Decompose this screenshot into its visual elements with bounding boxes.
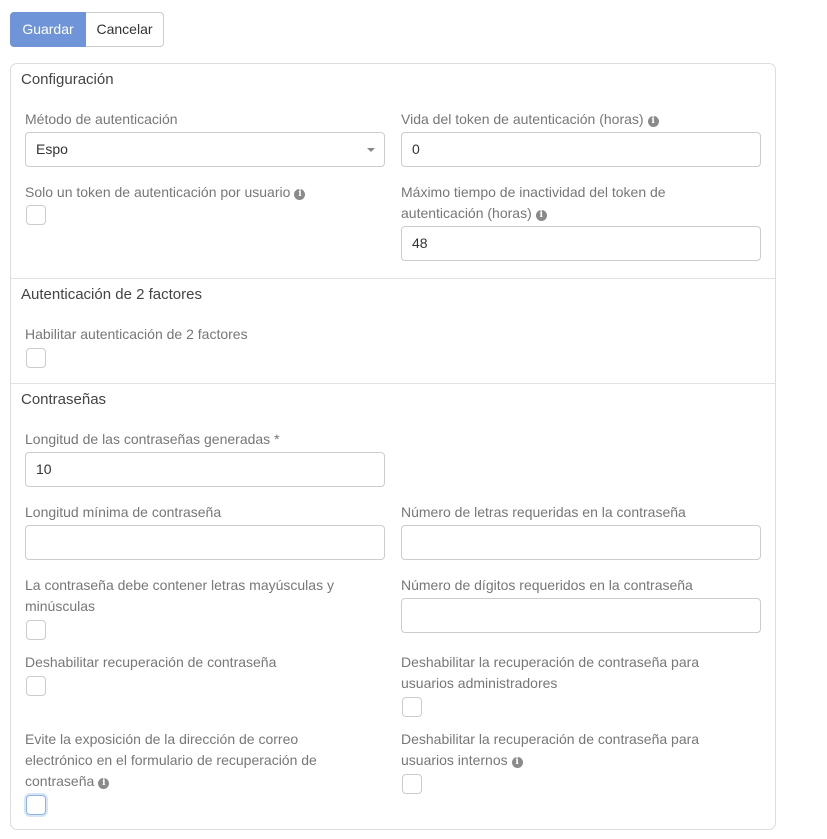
info-icon[interactable]: i [647, 116, 659, 127]
disable-recovery-admin-checkbox[interactable] [402, 697, 422, 717]
one-token-label: Solo un token de autenticación por usuar… [25, 184, 291, 200]
chevron-down-icon [367, 148, 375, 152]
info-icon[interactable]: i [535, 210, 547, 221]
disable-recovery-admin-label-wrap: Deshabilitar la recuperación de contrase… [401, 652, 699, 694]
generated-length-label: Longitud de las contraseñas generadas * [25, 431, 280, 447]
enable-2fa-checkbox[interactable] [26, 348, 46, 368]
avoid-exposure-checkbox[interactable] [26, 795, 46, 815]
token-lifetime-label-wrap: Vida del token de autenticación (horas) i [401, 109, 659, 130]
digits-required-label: Número de dígitos requeridos en la contr… [401, 577, 693, 593]
token-lifetime-input[interactable]: 0 [401, 132, 761, 167]
avoid-exposure-line1: Evite la exposición de la dirección de c… [25, 731, 299, 747]
min-length-input[interactable] [25, 525, 385, 560]
generated-length-input[interactable]: 10 [25, 452, 385, 487]
max-idle-input[interactable]: 48 [401, 226, 761, 261]
page: Guardar Cancelar Configuración Método de… [0, 0, 827, 839]
auth-method-label: Método de autenticación [25, 111, 178, 127]
avoid-exposure-line3: contraseña [25, 773, 95, 789]
info-icon[interactable]: i [511, 757, 523, 768]
section-title-2fa: Autenticación de 2 factores [21, 286, 202, 303]
letters-required-label: Número de letras requeridas en la contra… [401, 504, 686, 520]
max-idle-label-line2: autenticación (horas) [401, 205, 532, 221]
info-icon[interactable]: i [98, 778, 110, 789]
auth-method-select[interactable]: Espo [25, 132, 385, 167]
upper-lower-label-line2: minúsculas [25, 598, 96, 614]
section-divider [11, 383, 775, 384]
disable-recovery-admin-line1: Deshabilitar la recuperación de contrase… [401, 654, 700, 670]
info-icon[interactable]: i [294, 189, 306, 200]
section-divider [11, 278, 775, 279]
button-group: Guardar Cancelar [10, 12, 164, 47]
save-button[interactable]: Guardar [10, 12, 86, 47]
max-idle-label-line1: Máximo tiempo de inactividad del token d… [401, 184, 666, 200]
avoid-exposure-line2: electrónico en el formulario de recupera… [25, 752, 317, 768]
letters-required-input[interactable] [401, 525, 761, 560]
disable-recovery-checkbox[interactable] [26, 676, 46, 696]
disable-recovery-internal-line2: usuarios internos [401, 752, 508, 768]
disable-recovery-internal-label-wrap: Deshabilitar la recuperación de contrase… [401, 729, 699, 771]
disable-recovery-admin-line2: usuarios administradores [401, 675, 558, 691]
section-title-config: Configuración [21, 71, 114, 88]
disable-recovery-internal-line1: Deshabilitar la recuperación de contrase… [401, 731, 700, 747]
upper-lower-checkbox[interactable] [26, 620, 46, 640]
cancel-button[interactable]: Cancelar [86, 12, 164, 47]
one-token-label-wrap: Solo un token de autenticación por usuar… [25, 182, 306, 203]
upper-lower-label-wrap: La contraseña debe contener letras mayús… [25, 575, 334, 617]
min-length-label: Longitud mínima de contraseña [25, 504, 222, 520]
disable-recovery-internal-checkbox[interactable] [402, 774, 422, 794]
upper-lower-label-line1: La contraseña debe contener letras mayús… [25, 577, 334, 593]
enable-2fa-label: Habilitar autenticación de 2 factores [25, 326, 248, 342]
section-title-passwords: Contraseñas [21, 391, 107, 408]
settings-panel: Configuración Método de autenticación Es… [10, 63, 776, 830]
token-lifetime-label: Vida del token de autenticación (horas) [401, 111, 644, 127]
avoid-exposure-label-wrap: Evite la exposición de la dirección de c… [25, 729, 317, 792]
auth-method-value: Espo [36, 141, 68, 157]
max-idle-label-wrap: Máximo tiempo de inactividad del token d… [401, 182, 666, 224]
digits-required-input[interactable] [401, 598, 761, 633]
one-token-checkbox[interactable] [26, 205, 46, 225]
disable-recovery-label: Deshabilitar recuperación de contraseña [25, 654, 277, 670]
